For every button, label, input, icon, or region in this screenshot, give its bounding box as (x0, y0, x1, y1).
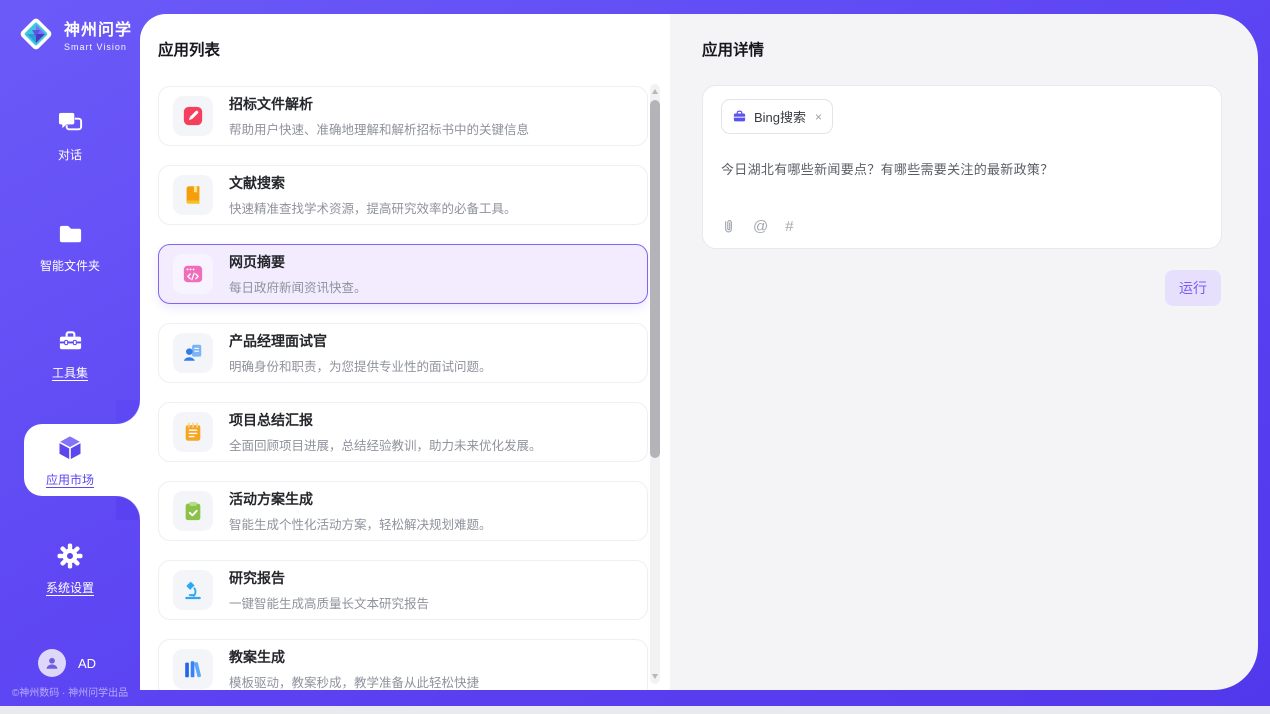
scroll-down-icon[interactable] (652, 674, 658, 679)
user-name: AD (78, 656, 96, 671)
app-list-title: 应用列表 (158, 38, 652, 60)
app-card-project-summary[interactable]: 项目总结汇报 全面回顾项目进展，总结经验教训，助力未来优化发展。 (158, 402, 648, 462)
app-card-text: 教案生成 模板驱动，教案秒成，教学准备从此轻松快捷 (229, 647, 479, 690)
app-desc: 快速精准查找学术资源，提高研究效率的必备工具。 (229, 198, 517, 217)
app-card-text: 项目总结汇报 全面回顾项目进展，总结经验教训，助力未来优化发展。 (229, 410, 542, 454)
logo-diamond-icon (16, 14, 56, 54)
app-desc: 模板驱动，教案秒成，教学准备从此轻松快捷 (229, 672, 479, 690)
app-title: 产品经理面试官 (229, 331, 492, 351)
person-icon (43, 654, 61, 672)
sidebar-item-chat[interactable]: 对话 (0, 110, 140, 163)
briefcase-icon (732, 109, 747, 124)
app-desc: 每日政府新闻资讯快查。 (229, 277, 367, 296)
app-title: 网页摘要 (229, 252, 367, 272)
chat-icon (57, 110, 84, 137)
input-toolbar: @ # (721, 218, 794, 235)
app-card-text: 网页摘要 每日政府新闻资讯快查。 (229, 252, 367, 296)
app-title: 文献搜索 (229, 173, 517, 193)
app-card-lesson-plan[interactable]: 教案生成 模板驱动，教案秒成，教学准备从此轻松快捷 (158, 639, 648, 690)
sidebar: 神州问学 Smart Vision 对话 智能文件夹 工具集 (0, 0, 140, 706)
book-icon (173, 175, 213, 215)
app-title: 项目总结汇报 (229, 410, 542, 430)
scrollbar-thumb[interactable] (650, 100, 660, 458)
toolbox-icon (57, 328, 84, 355)
sidebar-item-smart-folder[interactable]: 智能文件夹 (0, 221, 140, 274)
edit-square-icon (173, 96, 213, 136)
query-input-card[interactable]: Bing搜索 × 今日湖北有哪些新闻要点？有哪些需要关注的最新政策？ @ # (702, 85, 1222, 249)
sidebar-item-toolset[interactable]: 工具集 (0, 328, 140, 381)
notepad-icon (173, 412, 213, 452)
clipboard-check-icon (173, 491, 213, 531)
copyright-footer: ©神州数码 · 神州问学出品 (0, 684, 140, 699)
app-card-research-report[interactable]: 研究报告 一键智能生成高质量长文本研究报告 (158, 560, 648, 620)
app-card-web-summary[interactable]: 网页摘要 每日政府新闻资讯快查。 (158, 244, 648, 304)
run-button[interactable]: 运行 (1165, 270, 1221, 306)
app-card-literature-search[interactable]: 文献搜索 快速精准查找学术资源，提高研究效率的必备工具。 (158, 165, 648, 225)
sidebar-item-label: 系统设置 (46, 579, 94, 596)
sidebar-item-label: 工具集 (52, 364, 88, 381)
app-detail-panel: 应用详情 Bing搜索 × 今日湖北有哪些新闻要点？有哪些需要关注的最新政策？ … (670, 14, 1258, 690)
app-card-text: 研究报告 一键智能生成高质量长文本研究报告 (229, 568, 429, 612)
hash-icon[interactable]: # (785, 218, 793, 235)
sidebar-item-app-market[interactable]: 应用市场 (0, 434, 140, 488)
window-bottom-strip (0, 706, 1270, 714)
avatar (38, 649, 66, 677)
paperclip-icon[interactable] (721, 218, 736, 235)
list-scrollbar[interactable] (650, 84, 660, 684)
app-list-panel: 应用列表 招标文件解析 帮助用户快速、准确地理解和解析招标书中的关键信息 (140, 14, 670, 690)
sidebar-item-label: 对话 (58, 146, 82, 163)
app-desc: 一键智能生成高质量长文本研究报告 (229, 593, 429, 612)
app-desc: 明确身份和职责，为您提供专业性的面试问题。 (229, 356, 492, 375)
sidebar-item-settings[interactable]: 系统设置 (0, 542, 140, 596)
scroll-up-icon[interactable] (652, 89, 658, 94)
gear-icon (56, 542, 84, 570)
query-text[interactable]: 今日湖北有哪些新闻要点？有哪些需要关注的最新政策？ (721, 159, 1203, 178)
app-card-text: 文献搜索 快速精准查找学术资源，提高研究效率的必备工具。 (229, 173, 517, 217)
microscope-icon (173, 570, 213, 610)
app-card-event-plan[interactable]: 活动方案生成 智能生成个性化活动方案，轻松解决规划难题。 (158, 481, 648, 541)
folder-icon (57, 221, 84, 248)
brand-logo: 神州问学 Smart Vision (16, 14, 132, 54)
user-profile[interactable]: AD (38, 649, 96, 677)
mention-icon[interactable]: @ (753, 218, 768, 235)
app-card-bid-analysis[interactable]: 招标文件解析 帮助用户快速、准确地理解和解析招标书中的关键信息 (158, 86, 648, 146)
app-title: 活动方案生成 (229, 489, 492, 509)
app-title: 研究报告 (229, 568, 429, 588)
app-card-text: 招标文件解析 帮助用户快速、准确地理解和解析招标书中的关键信息 (229, 94, 529, 138)
chip-label: Bing搜索 (754, 107, 806, 126)
browser-code-icon (173, 254, 213, 294)
interviewer-icon (173, 333, 213, 373)
chip-close-icon[interactable]: × (815, 111, 822, 123)
app-title: 教案生成 (229, 647, 479, 667)
app-card-text: 活动方案生成 智能生成个性化活动方案，轻松解决规划难题。 (229, 489, 492, 533)
cube-icon (56, 434, 84, 462)
app-card-pm-interviewer[interactable]: 产品经理面试官 明确身份和职责，为您提供专业性的面试问题。 (158, 323, 648, 383)
app-desc: 帮助用户快速、准确地理解和解析招标书中的关键信息 (229, 119, 529, 138)
app-detail-title: 应用详情 (702, 38, 1222, 60)
app-card-text: 产品经理面试官 明确身份和职责，为您提供专业性的面试问题。 (229, 331, 492, 375)
tool-chip-bing-search[interactable]: Bing搜索 × (721, 99, 833, 134)
brand-text: 神州问学 Smart Vision (64, 16, 132, 52)
sidebar-item-label: 应用市场 (46, 471, 94, 488)
brand-name: 神州问学 (64, 16, 132, 40)
app-desc: 智能生成个性化活动方案，轻松解决规划难题。 (229, 514, 492, 533)
books-icon (173, 649, 213, 689)
brand-subtitle: Smart Vision (64, 42, 132, 52)
app-title: 招标文件解析 (229, 94, 529, 114)
app-card-list: 招标文件解析 帮助用户快速、准确地理解和解析招标书中的关键信息 文献搜索 快速精… (158, 86, 648, 690)
app-desc: 全面回顾项目进展，总结经验教训，助力未来优化发展。 (229, 435, 542, 454)
sidebar-item-label: 智能文件夹 (40, 257, 100, 274)
